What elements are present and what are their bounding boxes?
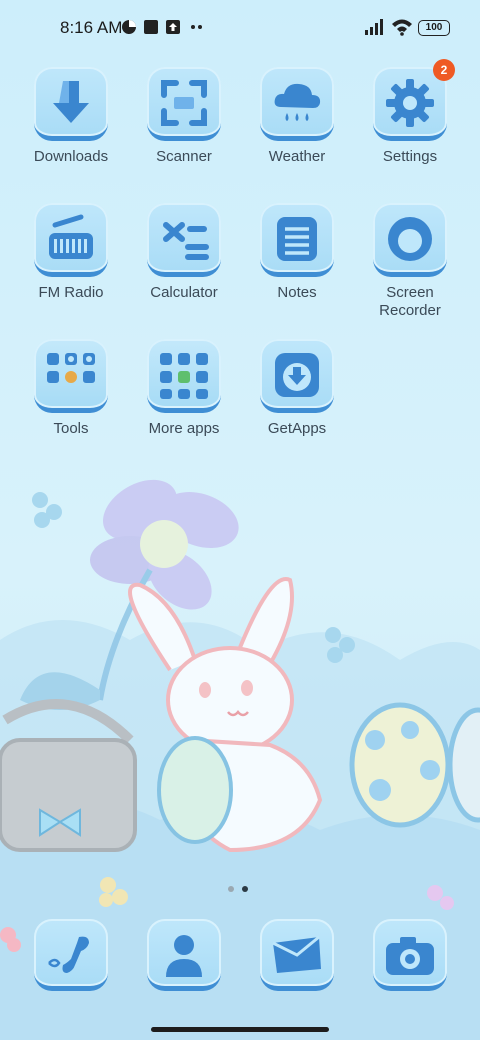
app-label: GetApps xyxy=(267,420,327,437)
screen-recorder-icon xyxy=(388,217,432,261)
folder-icon xyxy=(160,353,208,399)
folder-more-apps[interactable]: More apps xyxy=(129,339,239,438)
status-bar: 8:16 AM 100 xyxy=(0,0,480,56)
app-label: More apps xyxy=(148,420,220,437)
weather-icon xyxy=(274,83,321,121)
app-label: Settings xyxy=(382,148,438,165)
getapps-icon xyxy=(275,353,319,397)
downloads-tile[interactable] xyxy=(34,67,108,141)
more-notifications-icon xyxy=(191,25,202,29)
app-screen-recorder[interactable]: Screen Recorder xyxy=(355,203,465,320)
page-dot-2-active[interactable] xyxy=(242,886,248,892)
app-fm-radio[interactable]: FM Radio xyxy=(16,203,126,302)
app-weather[interactable]: Weather xyxy=(242,67,352,166)
gesture-navigation-bar[interactable] xyxy=(151,1027,329,1032)
app-downloads[interactable]: Downloads xyxy=(16,67,126,166)
camera-tile[interactable] xyxy=(373,919,447,991)
app-label: FM Radio xyxy=(38,284,104,301)
contacts-icon xyxy=(166,935,202,977)
wifi-icon xyxy=(392,19,412,36)
phone-icon xyxy=(48,936,89,973)
app-label: Tools xyxy=(53,420,89,437)
radio-icon xyxy=(49,214,93,259)
dock-contacts[interactable] xyxy=(129,919,239,991)
gear-icon xyxy=(386,79,434,127)
app-getapps[interactable]: GetApps xyxy=(242,339,352,438)
tools-folder-tile[interactable] xyxy=(34,339,108,413)
messages-tile[interactable] xyxy=(260,919,334,991)
scanner-tile[interactable] xyxy=(147,67,221,141)
app-label: Notes xyxy=(277,284,317,301)
app-label: Downloads xyxy=(33,148,109,165)
getapps-tile[interactable] xyxy=(260,339,334,413)
settings-tile[interactable]: 2 xyxy=(373,59,455,141)
calculator-icon xyxy=(163,222,209,260)
dock-messages[interactable] xyxy=(242,919,352,991)
page-dot-1[interactable] xyxy=(228,886,234,892)
weather-tile[interactable] xyxy=(260,67,334,141)
dock-camera[interactable] xyxy=(355,919,465,991)
app-label: Screen Recorder xyxy=(379,284,441,319)
calculator-tile[interactable] xyxy=(147,203,221,277)
messages-icon xyxy=(272,935,321,973)
app-label: Weather xyxy=(268,148,326,165)
fm-radio-tile[interactable] xyxy=(34,203,108,277)
app-notes[interactable]: Notes xyxy=(242,203,352,302)
more-apps-folder-tile[interactable] xyxy=(147,339,221,413)
phone-tile[interactable] xyxy=(34,919,108,991)
app-settings[interactable]: 2 Settings xyxy=(355,59,465,166)
battery-icon: 100 xyxy=(418,20,450,36)
dock-phone[interactable] xyxy=(16,919,126,991)
notes-tile[interactable] xyxy=(260,203,334,277)
screen-recorder-tile[interactable] xyxy=(373,203,447,277)
download-icon xyxy=(53,81,89,123)
app-label: Scanner xyxy=(156,148,212,165)
folder-tools[interactable]: Tools xyxy=(16,339,126,438)
data-saver-icon xyxy=(122,20,136,34)
notification-badge: 2 xyxy=(433,59,455,81)
contacts-tile[interactable] xyxy=(147,919,221,991)
signal-icon xyxy=(365,19,383,35)
camera-icon xyxy=(386,937,434,975)
scanner-icon xyxy=(161,80,207,126)
folder-icon xyxy=(47,353,95,383)
page-indicator xyxy=(228,879,256,897)
app-scanner[interactable]: Scanner xyxy=(129,67,239,166)
notes-icon xyxy=(277,217,317,261)
app-calculator[interactable]: Calculator xyxy=(129,203,239,302)
app-label: Calculator xyxy=(150,284,218,301)
upload-notification-icon xyxy=(166,20,180,34)
square-notification-icon xyxy=(144,20,158,34)
status-time: 8:16 AM xyxy=(60,18,123,37)
